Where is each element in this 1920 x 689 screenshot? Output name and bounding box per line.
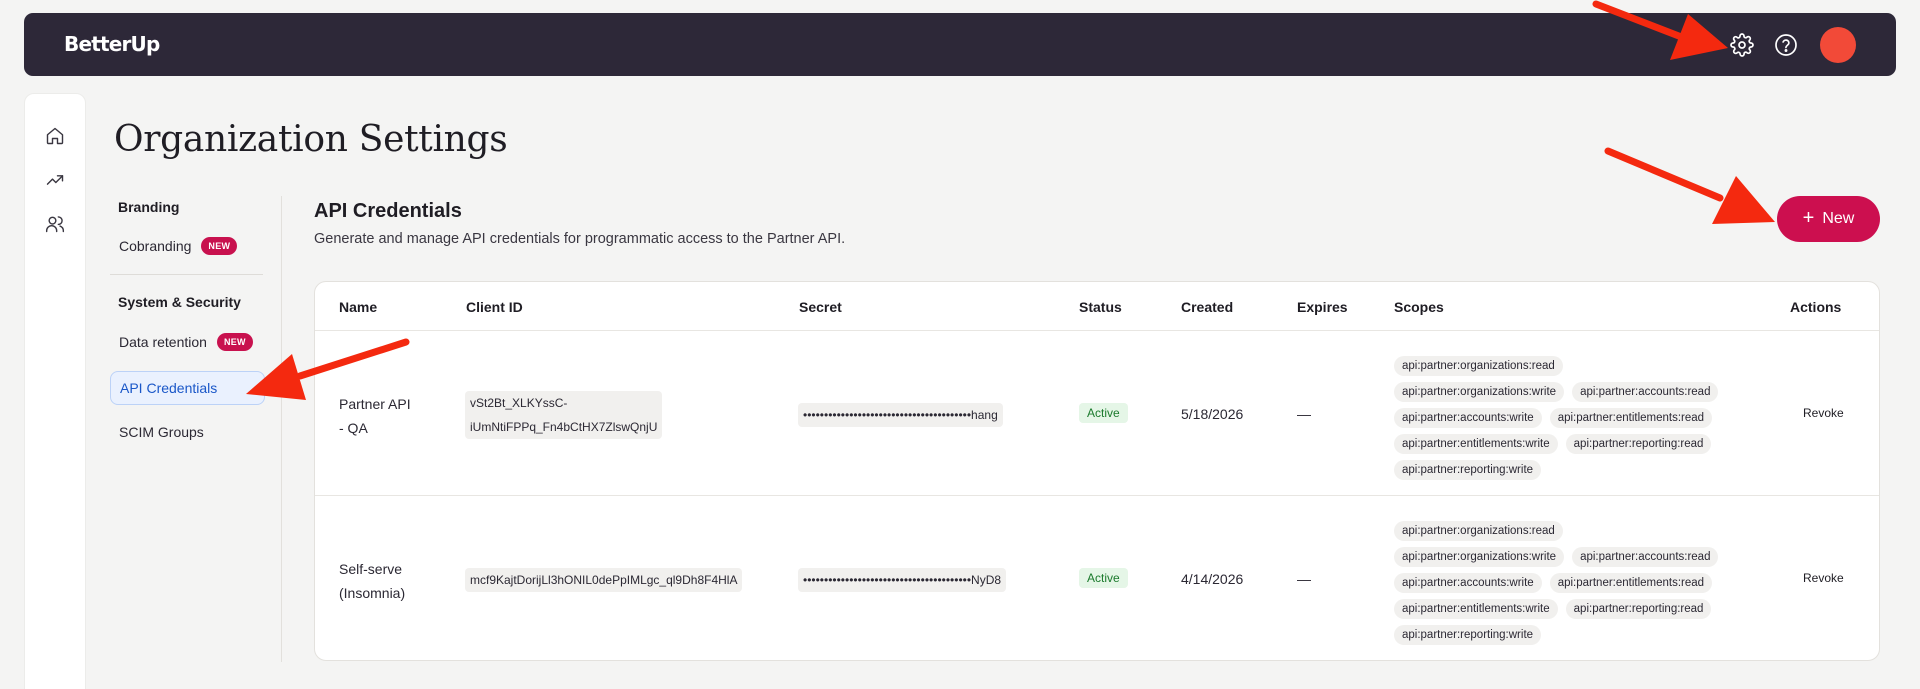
client-id: vSt2Bt_XLKYssC- iUmNtiFPPq_Fn4bCtHX7Zlsw…: [465, 391, 663, 439]
new-credential-button[interactable]: + New: [1777, 196, 1880, 242]
nav-section-branding: Branding: [118, 199, 180, 215]
help-icon[interactable]: [1772, 31, 1800, 59]
client-id-chip: mcf9KajtDorijLl3hONIL0dePpIMLgc_ql9Dh8F4…: [465, 568, 743, 592]
revoke-button[interactable]: Revoke: [1803, 406, 1844, 420]
nav-separator: [281, 196, 282, 662]
credentials-table: Name Client ID Secret Status Created Exp…: [314, 281, 1880, 661]
secret-chip: ••••••••••••••••••••••••••••••••••••••••…: [798, 403, 1003, 427]
scope-chip: api:partner:entitlements:read: [1549, 408, 1713, 428]
created-date: 5/18/2026: [1181, 406, 1244, 422]
new-badge: NEW: [216, 333, 253, 351]
scope-chip: api:partner:reporting:read: [1565, 434, 1712, 454]
expires-date: —: [1297, 406, 1311, 422]
nav-item-scim-groups[interactable]: SCIM Groups: [110, 415, 265, 449]
nav-item-label: Data retention: [119, 334, 207, 350]
nav-item-api-credentials[interactable]: API Credentials: [110, 371, 265, 405]
status-cell: Active: [1079, 568, 1128, 588]
expires-date: —: [1297, 571, 1311, 587]
avatar[interactable]: [1820, 27, 1856, 63]
plus-icon: +: [1802, 207, 1815, 229]
header-divider: [315, 330, 1879, 331]
revoke-button[interactable]: Revoke: [1803, 571, 1844, 585]
nav-item-cobranding[interactable]: Cobranding NEW: [110, 229, 265, 263]
status-cell: Active: [1079, 403, 1128, 423]
section-description: Generate and manage API credentials for …: [314, 231, 846, 247]
left-rail: [24, 93, 86, 689]
nav-item-label: Cobranding: [119, 238, 192, 254]
secret: ••••••••••••••••••••••••••••••••••••••••…: [798, 568, 1007, 592]
scope-chip: api:partner:accounts:read: [1572, 547, 1719, 567]
scope-chip: api:partner:accounts:write: [1394, 408, 1542, 428]
column-header-scopes: Scopes: [1394, 299, 1444, 315]
scope-chip: api:partner:entitlements:read: [1549, 573, 1713, 593]
scope-list: api:partner:organizations:read api:partn…: [1394, 356, 1734, 480]
nav-item-data-retention[interactable]: Data retention NEW: [110, 325, 265, 359]
users-icon[interactable]: [43, 212, 67, 236]
scope-chip: api:partner:reporting:write: [1394, 625, 1542, 645]
credential-name-line: (Insomnia): [339, 585, 406, 601]
new-badge: NEW: [201, 237, 238, 255]
status-badge: Active: [1079, 403, 1128, 423]
credential-name-line: Self-serve: [339, 561, 403, 577]
column-header-client-id: Client ID: [466, 299, 523, 315]
top-bar: BetterUp: [24, 13, 1896, 76]
nav-divider: [110, 274, 263, 275]
logo[interactable]: BetterUp: [64, 32, 160, 56]
nav-item-label: API Credentials: [120, 380, 218, 396]
client-id: mcf9KajtDorijLl3hONIL0dePpIMLgc_ql9Dh8F4…: [465, 568, 743, 592]
column-header-name: Name: [339, 299, 378, 315]
column-header-status: Status: [1079, 299, 1122, 315]
scope-chip: api:partner:organizations:read: [1394, 356, 1563, 376]
scope-chip: api:partner:accounts:read: [1572, 382, 1719, 402]
home-icon[interactable]: [43, 124, 67, 148]
credential-name-line: Partner API: [339, 396, 411, 412]
created-date: 4/14/2026: [1181, 571, 1244, 587]
column-header-created: Created: [1181, 299, 1234, 315]
scope-chip: api:partner:entitlements:write: [1394, 599, 1558, 619]
credential-name: Self-serve (Insomnia): [339, 557, 405, 605]
column-header-actions: Actions: [1790, 299, 1842, 315]
client-id-line: iUmNtiFPPq_Fn4bCtHX7ZlswQnjU: [470, 420, 658, 434]
credential-name: Partner API - QA: [339, 392, 411, 440]
status-badge: Active: [1079, 568, 1128, 588]
scope-chip: api:partner:reporting:write: [1394, 460, 1542, 480]
page-title: Organization Settings: [114, 119, 508, 160]
scope-list: api:partner:organizations:read api:partn…: [1394, 521, 1734, 645]
scope-chip: api:partner:reporting:read: [1565, 599, 1712, 619]
nav-section-system-security: System & Security: [118, 294, 241, 310]
new-button-label: New: [1822, 210, 1855, 227]
credential-name-line: - QA: [339, 420, 368, 436]
section-title: API Credentials: [314, 200, 462, 222]
scope-chip: api:partner:accounts:write: [1394, 573, 1542, 593]
client-id-chip: vSt2Bt_XLKYssC- iUmNtiFPPq_Fn4bCtHX7Zlsw…: [465, 391, 663, 439]
gear-icon[interactable]: [1728, 31, 1756, 59]
column-header-expires: Expires: [1297, 299, 1348, 315]
row-divider: [315, 495, 1879, 496]
scope-chip: api:partner:organizations:write: [1394, 382, 1565, 402]
secret: ••••••••••••••••••••••••••••••••••••••••…: [798, 403, 1003, 427]
nav-item-label: SCIM Groups: [119, 424, 204, 440]
trending-up-icon[interactable]: [43, 168, 67, 192]
secret-chip: ••••••••••••••••••••••••••••••••••••••••…: [798, 568, 1007, 592]
scope-chip: api:partner:entitlements:write: [1394, 434, 1558, 454]
arrow-to-new-button: [1604, 147, 1775, 224]
scope-chip: api:partner:organizations:read: [1394, 521, 1563, 541]
scope-chip: api:partner:organizations:write: [1394, 547, 1565, 567]
client-id-line: vSt2Bt_XLKYssC-: [470, 396, 568, 410]
column-header-secret: Secret: [799, 299, 842, 315]
